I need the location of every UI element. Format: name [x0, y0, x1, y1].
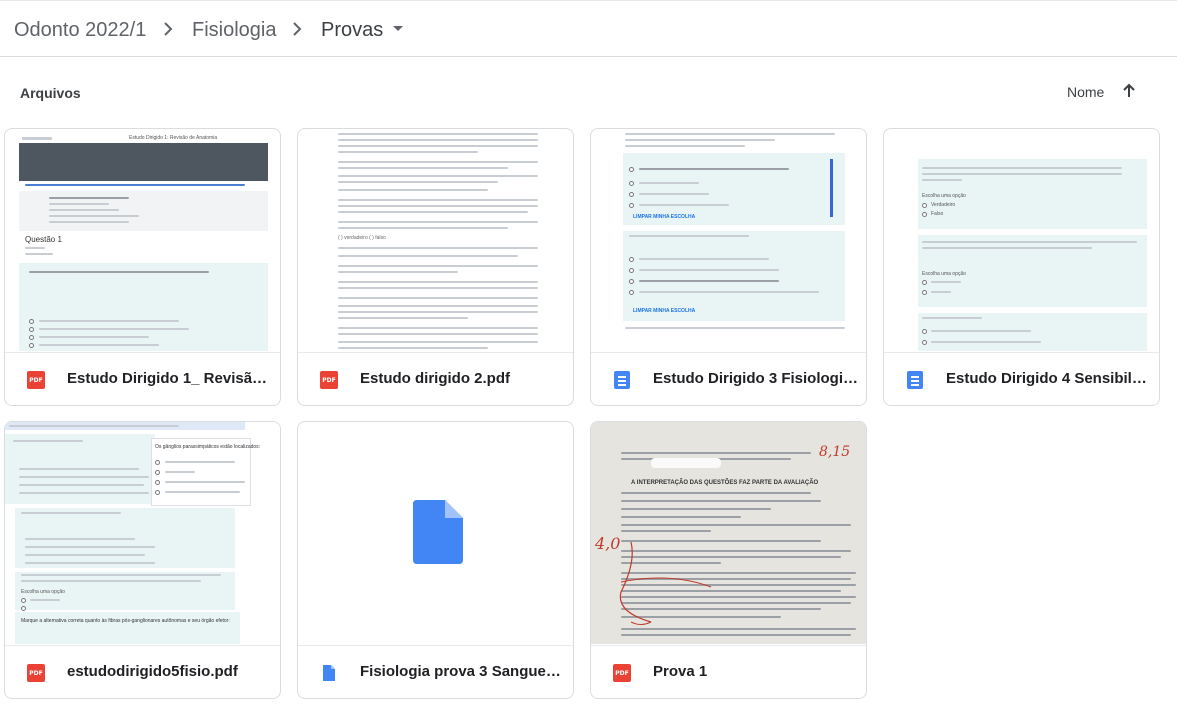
- file-card[interactable]: 8,15 A INTERPRETAÇÃO DAS QUESTÕES FAZ PA…: [590, 421, 867, 699]
- file-icon: [323, 665, 335, 681]
- file-card-footer: PDF Estudo Dirigido 1_ Revisão d...: [5, 352, 280, 405]
- pdf-icon: PDF: [320, 371, 338, 389]
- file-card-footer: Estudo Dirigido 4 Sensibilida...: [884, 352, 1159, 405]
- thumbnail-text: Os gânglios parassimpáticos estão locali…: [155, 444, 261, 450]
- file-thumbnail: Estudo Dirigido 1: Revisão de Anatomia Q…: [19, 129, 268, 351]
- file-thumbnail: Os gânglios parassimpáticos estão locali…: [5, 422, 280, 644]
- file-thumbnail: Escolha uma opção Verdadeiro Falso Escol…: [898, 129, 1147, 351]
- thumbnail-text: Escolha uma opção: [21, 589, 65, 595]
- file-card[interactable]: ( ) verdadeiro ( ) falso PDF Estudo diri…: [297, 128, 574, 406]
- file-name: Estudo Dirigido 4 Sensibilida...: [946, 370, 1151, 387]
- file-card-footer: PDF Prova 1: [591, 645, 866, 698]
- handwriting-marks: [619, 541, 712, 625]
- thumbnail-text: Escolha uma opção: [922, 271, 966, 277]
- breadcrumb-item-odonto[interactable]: Odonto 2022/1: [14, 18, 146, 42]
- breadcrumb-item-provas[interactable]: Provas: [321, 18, 383, 42]
- file-thumbnail: 8,15 A INTERPRETAÇÃO DAS QUESTÕES FAZ PA…: [591, 422, 866, 644]
- thumbnail-text: Marque a alternativa correta quanto às f…: [21, 618, 230, 624]
- file-icon: [413, 500, 463, 564]
- pdf-icon: PDF: [613, 664, 631, 682]
- file-card[interactable]: Escolha uma opção Verdadeiro Falso Escol…: [883, 128, 1160, 406]
- chevron-right-icon: [164, 22, 173, 36]
- pdf-icon: PDF: [27, 371, 45, 389]
- thumbnail-text: LIMPAR MINHA ESCOLHA: [633, 308, 696, 314]
- google-docs-icon: [906, 371, 924, 389]
- thumbnail-text: Estudo Dirigido 1: Revisão de Anatomia: [129, 135, 218, 141]
- thumbnail-text: ( ) verdadeiro ( ) falso: [338, 235, 386, 241]
- file-card-footer: Estudo Dirigido 3 Fisiologia ...: [591, 352, 866, 405]
- file-name: Estudo Dirigido 3 Fisiologia ...: [653, 370, 858, 387]
- file-card[interactable]: Os gânglios parassimpáticos estão locali…: [4, 421, 281, 699]
- thumbnail-text: Verdadeiro: [931, 202, 956, 208]
- google-docs-icon: [613, 371, 631, 389]
- file-thumbnail: [312, 422, 561, 644]
- breadcrumb-bar: Odonto 2022/1 Fisiologia Provas: [0, 0, 1177, 57]
- file-card-footer: PDF Estudo dirigido 2.pdf: [298, 352, 573, 405]
- file-card[interactable]: LIMPAR MINHA ESCOLHA LIMPAR MINHA ESCOLH…: [590, 128, 867, 406]
- file-name: Prova 1: [653, 663, 708, 680]
- dropdown-arrow-icon[interactable]: [391, 23, 405, 35]
- thumbnail-text: Questão 1: [25, 235, 62, 244]
- chevron-right-icon: [293, 22, 302, 36]
- thumbnail-text: Falso: [931, 211, 944, 217]
- breadcrumb-item-fisiologia[interactable]: Fisiologia: [192, 18, 276, 42]
- file-card-footer: Fisiologia prova 3 Sangue e ...: [298, 645, 573, 698]
- pdf-icon: PDF: [27, 664, 45, 682]
- file-name: Estudo dirigido 2.pdf: [360, 370, 510, 387]
- file-name: Estudo Dirigido 1_ Revisão d...: [67, 370, 272, 387]
- thumbnail-text: LIMPAR MINHA ESCOLHA: [633, 214, 696, 220]
- file-card-footer: PDF estudodirigido5fisio.pdf: [5, 645, 280, 698]
- file-card[interactable]: Fisiologia prova 3 Sangue e ...: [297, 421, 574, 699]
- file-name: estudodirigido5fisio.pdf: [67, 663, 238, 680]
- section-title: Arquivos: [20, 85, 81, 101]
- file-thumbnail: LIMPAR MINHA ESCOLHA LIMPAR MINHA ESCOLH…: [605, 129, 854, 351]
- sort-by-name-button[interactable]: Nome: [1067, 84, 1104, 100]
- file-name: Fisiologia prova 3 Sangue e ...: [360, 663, 565, 680]
- arrow-up-icon[interactable]: [1120, 82, 1138, 100]
- file-thumbnail: ( ) verdadeiro ( ) falso: [312, 129, 561, 351]
- file-card[interactable]: Estudo Dirigido 1: Revisão de Anatomia Q…: [4, 128, 281, 406]
- thumbnail-text: Escolha uma opção: [922, 193, 966, 199]
